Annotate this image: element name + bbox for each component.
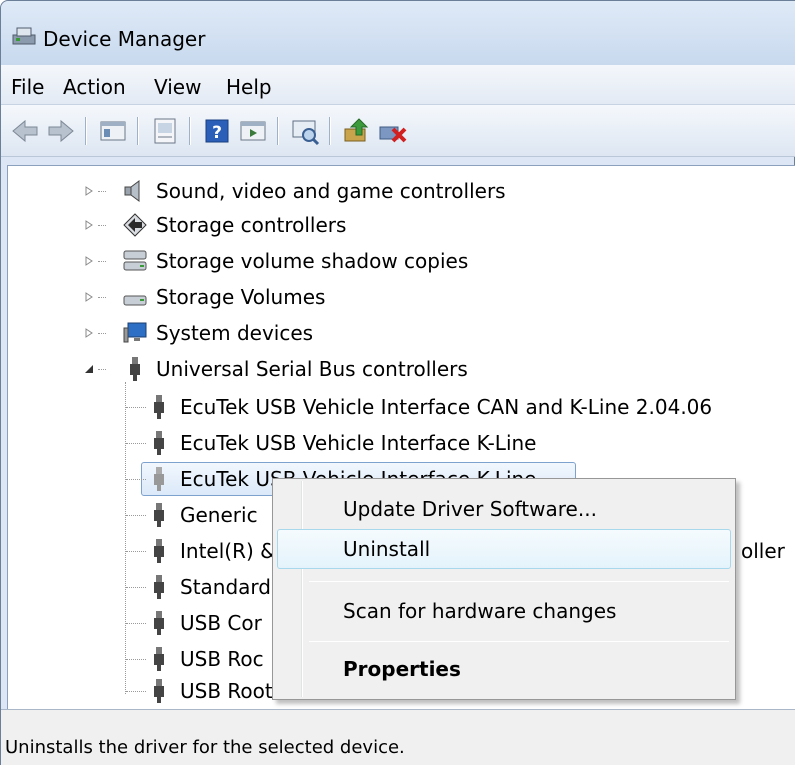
tree-connector — [126, 623, 146, 624]
menu-help[interactable]: Help — [226, 75, 272, 99]
usb-plug-icon — [154, 647, 164, 671]
tree-node-usb-device[interactable]: Intel(R) & — [126, 534, 276, 568]
update-driver-icon[interactable] — [341, 115, 373, 147]
toolbar-separator — [137, 117, 138, 145]
tree-node-label: Storage volume shadow copies — [156, 249, 469, 273]
svg-text:?: ? — [212, 123, 222, 143]
tree-connector — [126, 479, 146, 480]
drive-stack-icon — [123, 250, 147, 271]
back-icon[interactable] — [9, 115, 41, 147]
tree-node-label: Storage Volumes — [156, 285, 326, 309]
menu-action[interactable]: Action — [63, 75, 126, 99]
tree-connector — [98, 333, 106, 334]
tree-node-sound[interactable]: Sound, video and game controllers — [82, 174, 506, 208]
device-manager-window: Device Manager File Action View Help ? S… — [0, 0, 795, 765]
tree-node-usb-device[interactable]: Generic — [126, 498, 258, 532]
usb-plug-icon — [130, 357, 140, 381]
context-menu-separator — [309, 641, 729, 642]
status-bar: Uninstalls the driver for the selected d… — [1, 709, 795, 765]
expand-arrow-icon[interactable] — [82, 254, 96, 268]
context-item-update-driver[interactable]: Update Driver Software... — [277, 489, 731, 529]
tree-connector — [126, 407, 146, 408]
expand-arrow-icon[interactable] — [82, 326, 96, 340]
usb-plug-icon — [154, 679, 164, 703]
tree-node-label: Sound, video and game controllers — [156, 179, 506, 203]
drive-icon — [123, 295, 147, 306]
tree-node-label: Generic — [180, 503, 258, 527]
tree-node-usb-controllers[interactable]: Universal Serial Bus controllers — [82, 352, 468, 386]
usb-plug-icon — [154, 503, 164, 527]
tree-connector — [98, 297, 106, 298]
tree-node-label: EcuTek USB Vehicle Interface K-Line — [180, 431, 537, 455]
tree-node-label: USB Cor — [180, 611, 262, 635]
expand-arrow-icon[interactable] — [82, 184, 96, 198]
tree-node-label: Intel(R) & — [180, 539, 276, 563]
tree-node-usb-device[interactable]: USB Roc — [126, 642, 264, 676]
tree-node-shadow-copies[interactable]: Storage volume shadow copies — [82, 244, 468, 278]
tree-node-label: oller — [741, 539, 785, 563]
tree-node-label: Standard — [180, 575, 271, 599]
toolbar-separator — [329, 117, 330, 145]
toolbar-separator — [85, 117, 86, 145]
tree-node-usb-device[interactable]: EcuTek USB Vehicle Interface K-Line — [126, 426, 536, 460]
tree-connector — [126, 551, 146, 552]
tree-node-system-devices[interactable]: System devices — [82, 316, 313, 350]
title-bar[interactable]: Device Manager — [1, 1, 795, 65]
show-hide-tree-icon[interactable] — [97, 115, 129, 147]
tree-node-label: USB Roc — [180, 647, 264, 671]
tree-node-usb-device[interactable]: Standard — [126, 570, 271, 604]
status-text: Uninstalls the driver for the selected d… — [5, 737, 405, 758]
context-menu-separator — [309, 581, 729, 582]
tree-connector — [126, 587, 146, 588]
tree-node-label: Storage controllers — [156, 213, 347, 237]
properties-icon[interactable] — [149, 115, 181, 147]
menu-bar: File Action View Help — [1, 65, 795, 105]
tree-connector — [126, 515, 146, 516]
tree-connector — [98, 369, 106, 370]
usb-plug-icon — [154, 575, 164, 599]
tree-node-storage-controllers[interactable]: Storage controllers — [82, 208, 346, 242]
storage-controller-icon — [123, 213, 147, 237]
tree-node-label: System devices — [156, 321, 314, 345]
expand-arrow-icon[interactable] — [82, 290, 96, 304]
collapse-arrow-icon[interactable] — [82, 362, 96, 376]
tree-connector — [98, 191, 106, 192]
context-menu: Update Driver Software... Uninstall Scan… — [272, 478, 736, 700]
run-icon[interactable] — [237, 115, 269, 147]
usb-plug-icon — [154, 395, 164, 419]
tree-node-label: Universal Serial Bus controllers — [156, 357, 468, 381]
menu-view[interactable]: View — [154, 75, 201, 99]
tree-connector — [126, 691, 146, 692]
uninstall-icon[interactable] — [377, 115, 409, 147]
tree-connector — [126, 443, 146, 444]
tree-connector — [98, 261, 106, 262]
expand-arrow-icon[interactable] — [82, 218, 96, 232]
usb-plug-icon — [154, 467, 164, 491]
toolbar-separator — [277, 117, 278, 145]
tree-node-usb-device[interactable]: USB Cor — [126, 606, 262, 640]
tree-node-label: EcuTek USB Vehicle Interface CAN and K-L… — [180, 395, 713, 419]
toolbar: ? — [1, 105, 795, 157]
context-item-scan-hardware[interactable]: Scan for hardware changes — [277, 591, 731, 631]
window-title: Device Manager — [43, 27, 206, 51]
scan-hardware-icon[interactable] — [289, 115, 321, 147]
tree-node-label-overflow: oller — [741, 534, 785, 568]
tree-connector — [98, 225, 106, 226]
tree-node-storage-volumes[interactable]: Storage Volumes — [82, 280, 325, 314]
usb-plug-icon — [154, 611, 164, 635]
usb-plug-icon — [154, 431, 164, 455]
menu-file[interactable]: File — [11, 75, 44, 99]
context-item-uninstall[interactable]: Uninstall — [277, 529, 731, 569]
toolbar-separator — [189, 117, 190, 145]
computer-icon — [123, 322, 147, 343]
tree-node-usb-device[interactable]: EcuTek USB Vehicle Interface CAN and K-L… — [126, 390, 712, 424]
context-item-properties[interactable]: Properties — [277, 649, 731, 689]
device-manager-icon — [12, 27, 36, 45]
speaker-icon — [124, 180, 140, 202]
help-icon[interactable]: ? — [201, 115, 233, 147]
tree-connector — [126, 659, 146, 660]
forward-icon[interactable] — [45, 115, 77, 147]
usb-plug-icon — [154, 539, 164, 563]
